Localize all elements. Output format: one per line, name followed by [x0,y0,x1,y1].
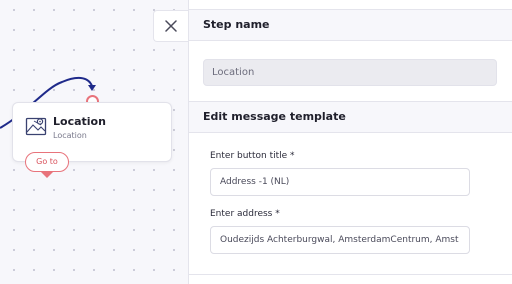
edit-template-header: Edit message template [189,101,512,133]
button-title-input[interactable] [210,168,470,196]
map-location-icon [25,115,47,137]
address-input[interactable] [210,226,470,254]
goto-button[interactable]: Go to [25,152,69,172]
button-title-label: Enter button title * [210,151,295,161]
node-title: Location [53,115,106,128]
edit-step-panel: Step name Edit message template Enter bu… [188,0,512,284]
close-panel-button[interactable] [153,10,188,42]
goto-pointer [41,172,53,178]
step-name-input[interactable] [203,59,497,86]
node-subtitle: Location [53,131,87,140]
section-divider [189,274,512,275]
step-name-header: Step name [189,9,512,41]
address-label: Enter address * [210,209,280,219]
close-icon [165,17,177,36]
flow-canvas[interactable]: Location Location Go to [0,0,188,284]
